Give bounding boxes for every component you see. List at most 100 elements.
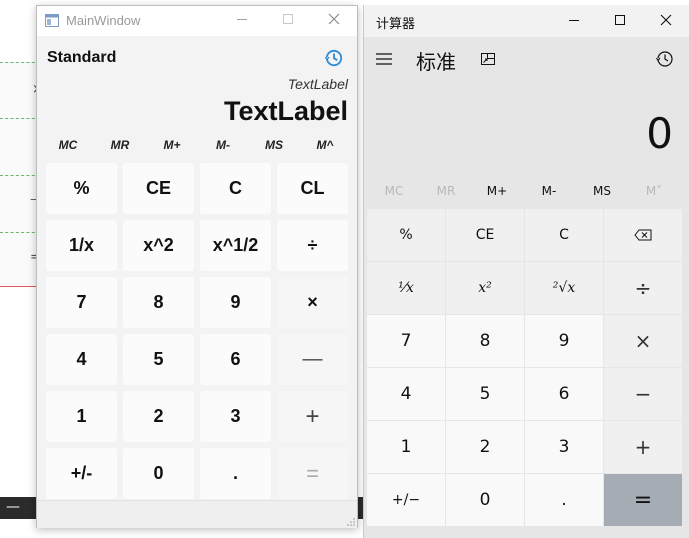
minimize-icon	[237, 19, 247, 20]
key-3[interactable]: 3	[525, 421, 603, 473]
memory-subtract-button[interactable]: M-	[523, 184, 575, 198]
key-0[interactable]: 0	[123, 448, 194, 499]
key-4[interactable]: 4	[46, 334, 117, 385]
key-1[interactable]: 1	[46, 391, 117, 442]
background-gridline	[0, 118, 40, 120]
window-title: 计算器	[376, 17, 416, 32]
display-label: TextLabel	[223, 96, 348, 126]
memory-row: MC MR M+ M- MS M˅	[364, 184, 689, 206]
memory-add-button[interactable]: M+	[147, 138, 197, 152]
hamburger-menu-icon[interactable]	[375, 52, 393, 66]
key-multiply[interactable]: ×	[604, 315, 682, 367]
memory-row: MC MR M+ M- MS M^	[37, 138, 357, 158]
key-8[interactable]: 8	[446, 315, 524, 367]
key-square[interactable]: x²	[446, 262, 524, 314]
minimize-button[interactable]	[551, 5, 597, 37]
key-add[interactable]: +	[604, 421, 682, 473]
key-3[interactable]: 3	[200, 391, 271, 442]
key-percent[interactable]: %	[367, 209, 445, 261]
key-negate[interactable]: +/-	[46, 448, 117, 499]
key-divide[interactable]: ÷	[277, 220, 348, 271]
memory-clear-button[interactable]: MC	[43, 138, 93, 152]
app-icon	[45, 14, 59, 27]
memory-recall-button[interactable]: MR	[95, 138, 145, 152]
key-0[interactable]: 0	[446, 474, 524, 526]
resize-grip-icon[interactable]	[347, 518, 355, 526]
maximize-icon	[283, 14, 293, 24]
display-value: 0	[646, 109, 673, 158]
key-9[interactable]: 9	[525, 315, 603, 367]
close-button[interactable]	[643, 5, 689, 37]
key-9[interactable]: 9	[200, 277, 271, 328]
maximize-icon	[615, 15, 625, 25]
key-5[interactable]: 5	[123, 334, 194, 385]
key-multiply[interactable]: ×	[277, 277, 348, 328]
status-bar	[37, 500, 357, 528]
key-1[interactable]: 1	[367, 421, 445, 473]
maximize-button[interactable]	[265, 6, 311, 36]
close-button[interactable]	[311, 6, 357, 36]
key-7[interactable]: 7	[46, 277, 117, 328]
backspace-icon	[634, 229, 652, 241]
calculator-body: 标准 0 MC MR M+ M- MS M˅ % CE C ¹⁄x x² ²√x…	[364, 37, 689, 538]
background-gridline	[0, 175, 40, 177]
main-window-body: Standard TextLabel TextLabel MC MR M+ M-…	[37, 36, 357, 528]
key-square-root[interactable]: ²√x	[525, 262, 603, 314]
windows-calculator: 计算器 标准 0 MC MR M+ M- MS M˅ % CE C ¹⁄x x²…	[363, 5, 689, 538]
key-reciprocal[interactable]: ¹⁄x	[367, 262, 445, 314]
key-percent[interactable]: %	[46, 163, 117, 214]
key-subtract[interactable]: —	[277, 334, 348, 385]
mode-label: 标准	[416, 50, 456, 74]
memory-subtract-button[interactable]: M-	[198, 138, 248, 152]
key-add[interactable]: +	[277, 391, 348, 442]
key-backspace[interactable]	[604, 209, 682, 261]
key-8[interactable]: 8	[123, 277, 194, 328]
main-window: MainWindow Standard TextLabel TextLabel …	[36, 5, 358, 528]
key-clear-entry[interactable]: CE	[123, 163, 194, 214]
window-title: MainWindow	[66, 13, 141, 28]
key-divide[interactable]: ÷	[604, 262, 682, 314]
key-clear[interactable]: C	[200, 163, 271, 214]
key-5[interactable]: 5	[446, 368, 524, 420]
key-decimal[interactable]: .	[525, 474, 603, 526]
history-icon[interactable]	[324, 48, 344, 68]
mode-label: Standard	[47, 49, 117, 66]
key-clear-last[interactable]: CL	[277, 163, 348, 214]
key-equals[interactable]: =	[277, 448, 348, 499]
key-clear[interactable]: C	[525, 209, 603, 261]
expression-label: TextLabel	[287, 76, 348, 92]
background-gridline	[0, 62, 40, 64]
minimize-icon	[569, 20, 579, 21]
key-clear-entry[interactable]: CE	[446, 209, 524, 261]
memory-recall-button[interactable]: MR	[420, 184, 472, 198]
memory-list-button[interactable]: M^	[300, 138, 350, 152]
memory-store-button[interactable]: MS	[249, 138, 299, 152]
key-6[interactable]: 6	[525, 368, 603, 420]
calculator-titlebar[interactable]: 计算器	[364, 5, 689, 37]
key-square[interactable]: x^2	[123, 220, 194, 271]
key-equals[interactable]: =	[604, 474, 682, 526]
key-negate[interactable]: +/−	[367, 474, 445, 526]
memory-list-button[interactable]: M˅	[628, 184, 680, 198]
key-6[interactable]: 6	[200, 334, 271, 385]
key-subtract[interactable]: −	[604, 368, 682, 420]
history-icon[interactable]	[655, 49, 675, 69]
key-reciprocal[interactable]: 1/x	[46, 220, 117, 271]
key-square-root[interactable]: x^1/2	[200, 220, 271, 271]
close-icon	[328, 13, 340, 25]
key-4[interactable]: 4	[367, 368, 445, 420]
background-red-line	[0, 286, 40, 287]
key-2[interactable]: 2	[123, 391, 194, 442]
key-7[interactable]: 7	[367, 315, 445, 367]
minimize-button[interactable]	[219, 6, 265, 36]
maximize-button[interactable]	[597, 5, 643, 37]
memory-add-button[interactable]: M+	[471, 184, 523, 198]
keep-on-top-icon[interactable]	[480, 51, 496, 67]
key-decimal[interactable]: .	[200, 448, 271, 499]
memory-clear-button[interactable]: MC	[368, 184, 420, 198]
memory-store-button[interactable]: MS	[576, 184, 628, 198]
background-gridline	[0, 232, 40, 234]
main-window-titlebar[interactable]: MainWindow	[37, 6, 357, 36]
key-2[interactable]: 2	[446, 421, 524, 473]
taskbar-glyph: —	[6, 499, 20, 515]
